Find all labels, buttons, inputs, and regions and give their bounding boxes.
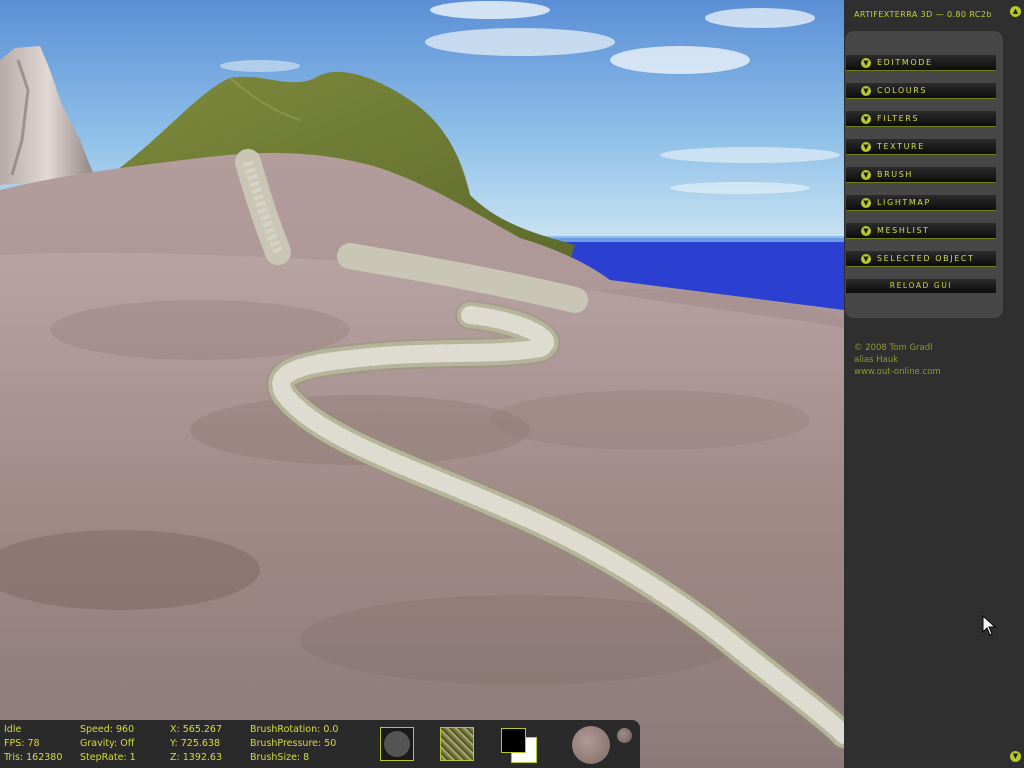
menu-item-label: TEXTURE <box>877 142 925 151</box>
credits: © 2008 Tom Gradl alias Hauk www.out-onli… <box>854 342 941 378</box>
texture-swatch[interactable] <box>440 727 474 761</box>
status-brush-rotation: BrushRotation: 0.0 <box>250 724 339 735</box>
credit-website[interactable]: www.out-online.com <box>854 366 941 378</box>
status-tris: Tris: 162380 <box>4 752 63 763</box>
cloud <box>670 182 810 194</box>
menu-item-editmode[interactable]: ▼ EDITMODE <box>846 55 996 71</box>
menu-item-brush[interactable]: ▼ BRUSH <box>846 167 996 183</box>
menu-item-label: SELECTED OBJECT <box>877 254 975 263</box>
status-speed: Speed: 960 <box>80 724 135 735</box>
menu-item-meshlist[interactable]: ▼ MESHLIST <box>846 223 996 239</box>
terrain-scene <box>0 0 844 768</box>
menu-item-texture[interactable]: ▼ TEXTURE <box>846 139 996 155</box>
menu-item-label: BRUSH <box>877 170 913 179</box>
credit-alias: alias Hauk <box>854 355 899 365</box>
menu-item-label: FILTERS <box>877 114 920 123</box>
gui-panel: ARTIFEXTERRA 3D — 0.80 RC2b ▲ ▼ EDITMODE… <box>844 0 1024 768</box>
menu-item-lightmap[interactable]: ▼ LIGHTMAP <box>846 195 996 211</box>
credit-author: © 2008 Tom Gradl <box>854 343 933 353</box>
status-x: X: 565.267 <box>170 724 223 735</box>
3d-viewport[interactable] <box>0 0 844 768</box>
chevron-down-icon: ▼ <box>861 198 871 208</box>
chevron-down-icon: ▼ <box>861 170 871 180</box>
cloud <box>610 46 750 74</box>
cloud <box>660 147 840 163</box>
cloud <box>430 1 550 19</box>
menu-item-filters[interactable]: ▼ FILTERS <box>846 111 996 127</box>
menu-box: ▼ EDITMODE ▼ COLOURS ▼ FILTERS ▼ TEXTURE… <box>845 31 1003 318</box>
status-bar: Idle FPS: 78 Tris: 162380 Speed: 960 Gra… <box>0 720 640 768</box>
menu-item-label: LIGHTMAP <box>877 198 931 207</box>
status-gravity: Gravity: Off <box>80 738 135 749</box>
brush-circle-icon <box>384 731 410 757</box>
status-z: Z: 1392.63 <box>170 752 223 763</box>
chevron-down-icon: ▼ <box>861 114 871 124</box>
status-steprate: StepRate: 1 <box>80 752 136 763</box>
app-title: ARTIFEXTERRA 3D — 0.80 RC2b <box>854 10 992 19</box>
menu-item-selected-object[interactable]: ▼ SELECTED OBJECT <box>846 251 996 267</box>
brush-preview-small <box>617 728 632 743</box>
menu-item-label: EDITMODE <box>877 58 933 67</box>
status-y: Y: 725.638 <box>170 738 221 749</box>
status-fps: FPS: 78 <box>4 738 40 749</box>
brush-shape-swatch[interactable] <box>380 727 414 761</box>
chevron-up-icon[interactable]: ▲ <box>1010 6 1021 17</box>
cloud <box>220 60 300 72</box>
foreground-color-swatch[interactable] <box>501 728 526 753</box>
menu-item-label: MESHLIST <box>877 226 930 235</box>
chevron-down-icon[interactable]: ▼ <box>1010 751 1021 762</box>
reload-gui-button[interactable]: RELOAD GUI <box>846 279 996 293</box>
chevron-down-icon: ▼ <box>861 254 871 264</box>
chevron-down-icon: ▼ <box>861 86 871 96</box>
brush-preview <box>572 726 610 764</box>
status-state: Idle <box>4 724 22 735</box>
menu-item-label: COLOURS <box>877 86 928 95</box>
cloud <box>425 28 615 56</box>
status-brush-pressure: BrushPressure: 50 <box>250 738 337 749</box>
menu-item-colours[interactable]: ▼ COLOURS <box>846 83 996 99</box>
mouse-cursor-icon <box>982 615 997 636</box>
cloud <box>705 8 815 28</box>
chevron-down-icon: ▼ <box>861 142 871 152</box>
chevron-down-icon: ▼ <box>861 58 871 68</box>
status-brush-size: BrushSize: 8 <box>250 752 310 763</box>
reload-gui-label: RELOAD GUI <box>889 281 953 290</box>
chevron-down-icon: ▼ <box>861 226 871 236</box>
